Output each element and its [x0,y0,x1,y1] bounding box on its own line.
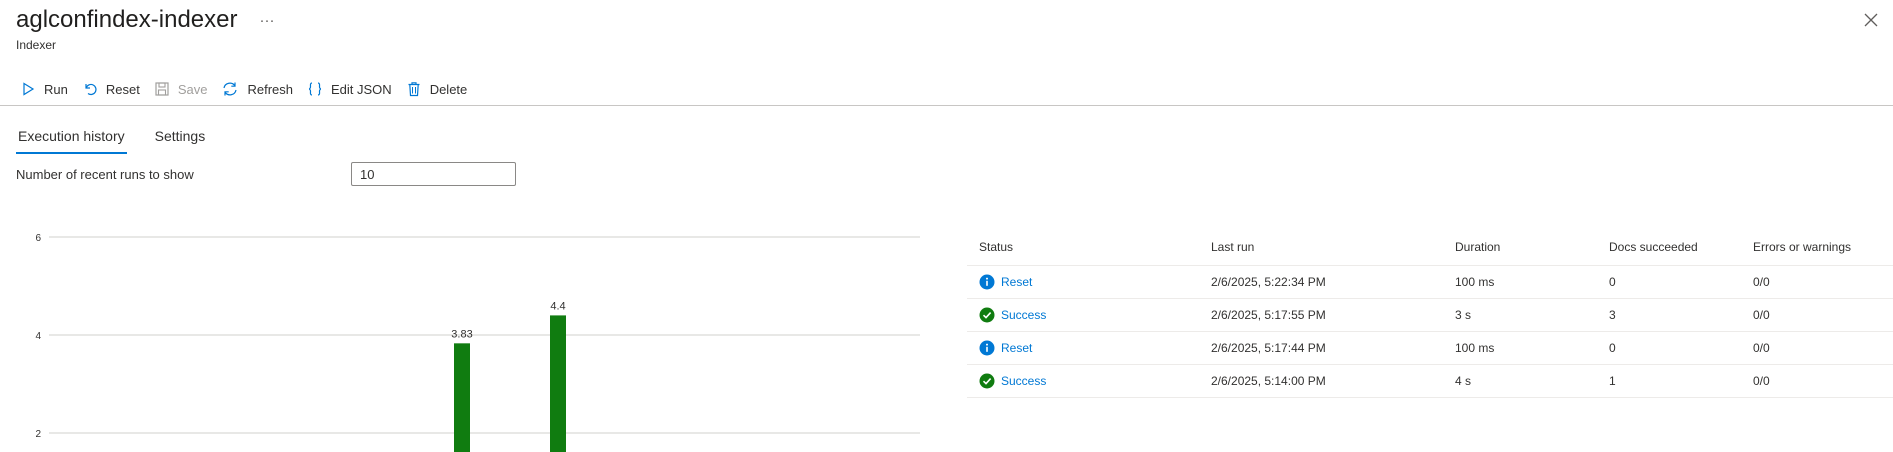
run-label: Run [44,81,68,97]
status-cell: Reset [967,340,1211,356]
duration-cell: 3 s [1455,308,1472,322]
save-icon [155,82,169,96]
docs-succeeded-cell: 3 [1609,308,1616,322]
bar-value-label: 3.83 [451,328,472,340]
errors-warnings-cell: 0/0 [1753,275,1770,289]
table-row: Reset 2/6/2025, 5:22:34 PM 100 ms 0 0/0 [967,266,1893,299]
docs-succeeded-cell: 0 [1609,275,1616,289]
info-icon [979,340,995,356]
title-row: aglconfindex-indexer ··· [16,6,274,34]
chart-y-ticks: 6 4 2 [35,233,41,440]
bar-value-label: 4.4 [550,300,565,312]
status-cell: Success [967,307,1211,323]
docs-succeeded-cell: 1 [1609,374,1616,388]
y-tick-label: 6 [35,233,41,244]
status-link[interactable]: Success [1001,308,1046,322]
run-button[interactable]: Run [20,77,68,101]
duration-cell: 4 s [1455,374,1472,388]
page-title: aglconfindex-indexer [16,6,238,33]
page-subtitle: Indexer [16,38,57,52]
status-cell: Success [967,373,1211,389]
tab-execution-history[interactable]: Execution history [16,128,127,154]
refresh-icon [223,82,238,96]
chart-bar[interactable] [454,343,470,452]
errors-warnings-cell: 0/0 [1753,341,1770,355]
table-row: Success 2/6/2025, 5:14:00 PM 4 s 1 0/0 [967,365,1893,398]
header-docs-succeeded[interactable]: Docs succeeded [1609,240,1753,254]
duration-cell: 100 ms [1455,275,1495,289]
status-cell: Reset [967,274,1211,290]
header-last-run[interactable]: Last run [1211,240,1455,254]
recent-runs-input[interactable] [351,162,516,186]
reset-button[interactable]: Reset [82,77,140,101]
duration-cell: 100 ms [1455,341,1495,355]
trash-icon [408,82,420,97]
success-icon [979,373,995,389]
chart-gridlines [49,236,920,434]
status-link[interactable]: Reset [1001,341,1032,355]
refresh-button[interactable]: Refresh [221,77,293,101]
edit-json-label: Edit JSON [331,81,392,97]
recent-runs-label: Number of recent runs to show [16,167,194,182]
execution-chart: 6 4 2 3.83 4.4 [35,233,920,452]
toolbar-divider [0,105,1893,106]
chart-bars: 3.83 4.4 [451,300,566,452]
delete-label: Delete [429,81,468,97]
errors-warnings-cell: 0/0 [1753,308,1770,322]
success-icon [979,307,995,323]
info-icon [979,274,995,290]
header-errors-warnings[interactable]: Errors or warnings [1753,240,1893,254]
page-header: aglconfindex-indexer ··· Indexer [16,6,274,52]
table-row: Reset 2/6/2025, 5:17:44 PM 100 ms 0 0/0 [967,332,1893,365]
docs-succeeded-cell: 0 [1609,341,1616,355]
refresh-label: Refresh [247,81,293,97]
last-run-cell: 2/6/2025, 5:22:34 PM [1211,275,1326,289]
last-run-cell: 2/6/2025, 5:17:44 PM [1211,341,1326,355]
reset-label: Reset [105,81,140,97]
header-status[interactable]: Status [967,240,1211,254]
tab-list: Execution history Settings [16,128,233,154]
table-header: Status Last run Duration Docs succeeded … [967,228,1893,266]
delete-button[interactable]: Delete [406,77,468,101]
header-duration[interactable]: Duration [1455,240,1609,254]
last-run-cell: 2/6/2025, 5:14:00 PM [1211,374,1326,388]
y-tick-label: 4 [35,331,41,342]
command-bar: Run Reset Save Refresh Edit JSON Delete [20,77,481,101]
last-run-cell: 2/6/2025, 5:17:55 PM [1211,308,1326,322]
close-icon[interactable] [1861,10,1881,30]
undo-icon [85,83,97,96]
play-icon [23,82,35,96]
chart-bar[interactable] [550,315,566,452]
status-link[interactable]: Success [1001,374,1046,388]
edit-json-button[interactable]: Edit JSON [307,77,392,101]
table-row: Success 2/6/2025, 5:17:55 PM 3 s 3 0/0 [967,299,1893,332]
more-options-button[interactable]: ··· [259,12,274,29]
y-tick-label: 2 [35,429,41,440]
execution-history-table: Status Last run Duration Docs succeeded … [967,228,1893,398]
tab-settings[interactable]: Settings [155,128,206,154]
status-link[interactable]: Reset [1001,275,1032,289]
save-button[interactable]: Save [154,77,208,101]
errors-warnings-cell: 0/0 [1753,374,1770,388]
braces-icon [308,82,322,96]
table-body: Reset 2/6/2025, 5:22:34 PM 100 ms 0 0/0 Succe… [967,266,1893,398]
save-label: Save [177,81,208,97]
